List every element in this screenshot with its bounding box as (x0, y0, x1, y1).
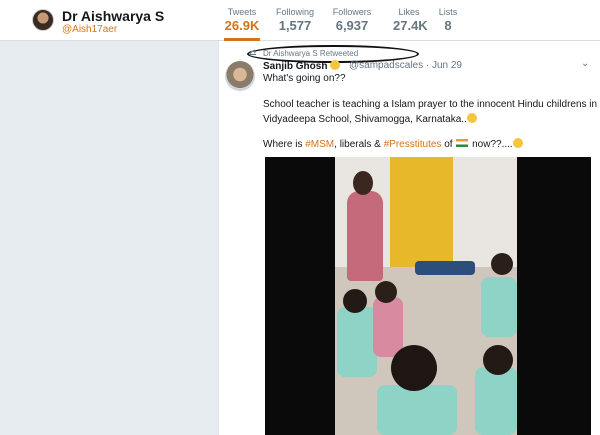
tweet-author-name[interactable]: Sanjib Ghosh (263, 60, 341, 72)
stat-followers-label: Followers (332, 7, 372, 17)
india-flag-icon (456, 139, 469, 147)
video-scene-child-head (375, 281, 397, 303)
stat-lists-label: Lists (438, 7, 458, 17)
stat-followers-value: 6,937 (335, 18, 369, 33)
stat-tweets-label: Tweets (227, 7, 257, 17)
video-scene-bags (415, 261, 475, 275)
tweet-timeline: ⇄ Dr Aishwarya S Retweeted Sanjib Ghosh … (218, 41, 600, 435)
video-scene-door (390, 157, 453, 267)
emoji-face-icon (330, 60, 341, 70)
tweet-text-part: of (441, 139, 456, 150)
stat-likes[interactable]: Likes 27.4K (393, 7, 428, 33)
retweet-text: Dr Aishwarya S Retweeted (263, 49, 359, 58)
tweet-text-part: Where is (263, 139, 306, 150)
hashtag-presstitutes[interactable]: #Presstitutes (384, 139, 442, 150)
video-frame (335, 157, 517, 435)
hashtag-msm[interactable]: #MSM (305, 139, 334, 150)
tweet-text-line: What's going on?? (263, 73, 346, 84)
retweet-context[interactable]: ⇄ Dr Aishwarya S Retweeted (243, 45, 419, 63)
tweet-text-line: Vidyadeepa School, Shivamogga, Karnataka… (263, 113, 477, 125)
stat-tweets-value: 26.9K (224, 18, 260, 33)
video-scene-child (373, 297, 403, 357)
chevron-down-icon[interactable]: ⌄ (581, 58, 589, 69)
emoji-person-icon (466, 113, 477, 123)
profile-handle[interactable]: @Aish17aer (62, 24, 117, 35)
stat-followers[interactable]: Followers 6,937 (331, 7, 373, 33)
tweet-text-line: School teacher is teaching a Islam praye… (263, 99, 598, 110)
stat-tweets[interactable]: Tweets 26.9K (224, 7, 260, 41)
video-scene-child (475, 367, 517, 435)
stat-lists[interactable]: Lists 8 (438, 7, 458, 33)
tweet-text-part: now??.... (469, 139, 513, 150)
tweet-author-avatar[interactable] (225, 61, 255, 91)
video-scene-child (377, 385, 457, 435)
video-scene-child-head (483, 345, 513, 375)
stat-following-label: Following (275, 7, 315, 17)
profile-name[interactable]: Dr Aishwarya S (62, 8, 164, 24)
video-scene-child-head (343, 289, 367, 313)
stat-following[interactable]: Following 1,577 (275, 7, 315, 33)
tweet-video[interactable] (265, 157, 591, 435)
tweet-text-line-content: Vidyadeepa School, Shivamogga, Karnataka… (263, 114, 467, 125)
video-scene-teacher (347, 191, 383, 281)
video-scene-teacher-head (353, 171, 373, 195)
tweet-text-line: Where is #MSM, liberals & #Presstitutes … (263, 138, 523, 150)
retweet-icon: ⇄ (249, 48, 257, 58)
tweet-meta[interactable]: @sampadscales · Jun 29 (349, 60, 462, 71)
video-scene-child-head (491, 253, 513, 275)
twitter-profile-page: Dr Aishwarya S @Aish17aer Tweets 26.9K F… (0, 0, 600, 435)
thinking-face-icon (512, 138, 523, 148)
tweet-text-part: , liberals & (334, 139, 384, 150)
tweet-author-name-text: Sanjib Ghosh (263, 61, 328, 72)
video-scene-child (337, 307, 377, 377)
stat-following-value: 1,577 (278, 18, 312, 33)
video-scene-child-head (391, 345, 437, 391)
profile-header-bar: Dr Aishwarya S @Aish17aer Tweets 26.9K F… (0, 0, 600, 41)
stat-lists-value: 8 (444, 18, 452, 33)
video-scene-child (481, 277, 517, 337)
profile-avatar[interactable] (32, 9, 54, 31)
stat-likes-value: 27.4K (393, 18, 428, 33)
stat-likes-label: Likes (398, 7, 420, 17)
